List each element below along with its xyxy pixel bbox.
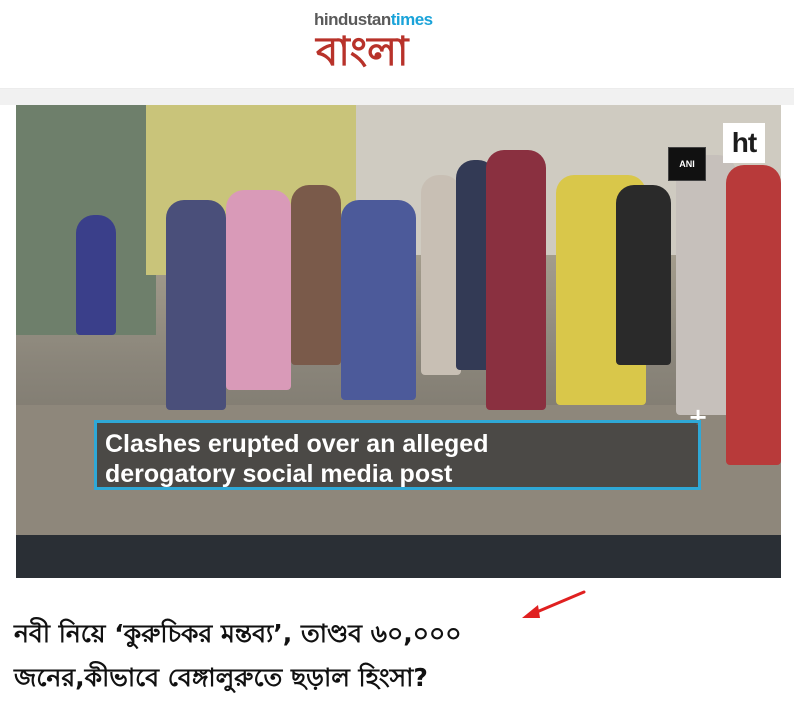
caption-line-1: Clashes erupted over an alleged — [105, 430, 489, 458]
logo-text-bangla: বাংলা — [316, 28, 409, 75]
headline-line-2: জনের,কীভাবে বেঙ্গালুরুতে ছড়াল হিংসা? — [14, 663, 428, 692]
scene-person — [226, 190, 291, 390]
site-logo[interactable]: hindustantimes বাংলা — [310, 8, 460, 78]
video-caption: Clashes erupted over an alleged derogato… — [94, 420, 701, 490]
scene-person — [616, 185, 671, 365]
article-headline[interactable]: নবী নিয়ে ‘কুরুচিকর মন্তব্য’, তাণ্ডব ৬০,… — [14, 612, 784, 700]
headline-line-1: নবী নিয়ে ‘কুরুচিকর মন্তব্য’, তাণ্ডব ৬০,… — [14, 619, 462, 648]
scene-person — [76, 215, 116, 335]
header-divider — [0, 89, 794, 105]
scene-person — [291, 185, 341, 365]
scene-person — [166, 200, 226, 410]
video-control-bar[interactable] — [16, 535, 781, 578]
scene-person — [341, 200, 416, 400]
caption-line-2: derogatory social media post — [105, 460, 453, 488]
video-frame[interactable]: ANI ht + Clashes erupted over an alleged… — [16, 105, 781, 535]
ht-logo-icon: ht — [723, 123, 765, 163]
video-player[interactable]: ANI ht + Clashes erupted over an alleged… — [16, 105, 781, 578]
scene-person — [726, 165, 781, 465]
site-header: hindustantimes বাংলা — [0, 0, 794, 89]
ani-logo-icon: ANI — [668, 147, 706, 181]
scene-person — [421, 175, 461, 375]
scene-person — [486, 150, 546, 410]
